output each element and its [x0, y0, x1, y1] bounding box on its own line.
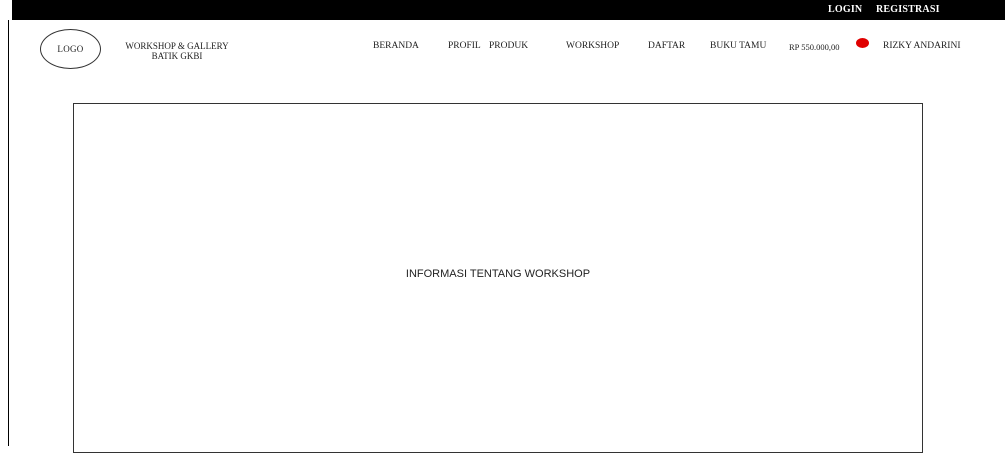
user-name[interactable]: RIZKY ANDARINI [883, 41, 961, 51]
logo-text: LOGO [57, 44, 84, 54]
brand-name: WORKSHOP & GALLERY BATIK GKBI [112, 41, 242, 61]
nav-item-profil[interactable]: PROFIL [448, 41, 481, 51]
logo[interactable]: LOGO [40, 29, 101, 69]
top-bar: LOGIN REGISTRASI [12, 0, 1005, 20]
brand-line-1: WORKSHOP & GALLERY [125, 41, 229, 51]
nav-item-produk[interactable]: PRODUK [489, 41, 528, 51]
workshop-info-text: INFORMASI TENTANG WORKSHOP [405, 268, 591, 280]
nav-item-beranda[interactable]: BERANDA [373, 41, 419, 51]
nav-item-workshop[interactable]: WORKSHOP [566, 41, 619, 51]
cart-badge-icon[interactable] [856, 38, 869, 48]
register-link[interactable]: REGISTRASI [876, 4, 940, 15]
nav-item-daftar[interactable]: DAFTAR [648, 41, 685, 51]
login-link[interactable]: LOGIN [828, 4, 862, 15]
cart-total[interactable]: RP 550.000,00 [789, 42, 839, 52]
nav-item-buku-tamu[interactable]: BUKU TAMU [710, 41, 766, 51]
page-left-border [8, 20, 9, 446]
brand-line-2: BATIK GKBI [151, 51, 203, 61]
